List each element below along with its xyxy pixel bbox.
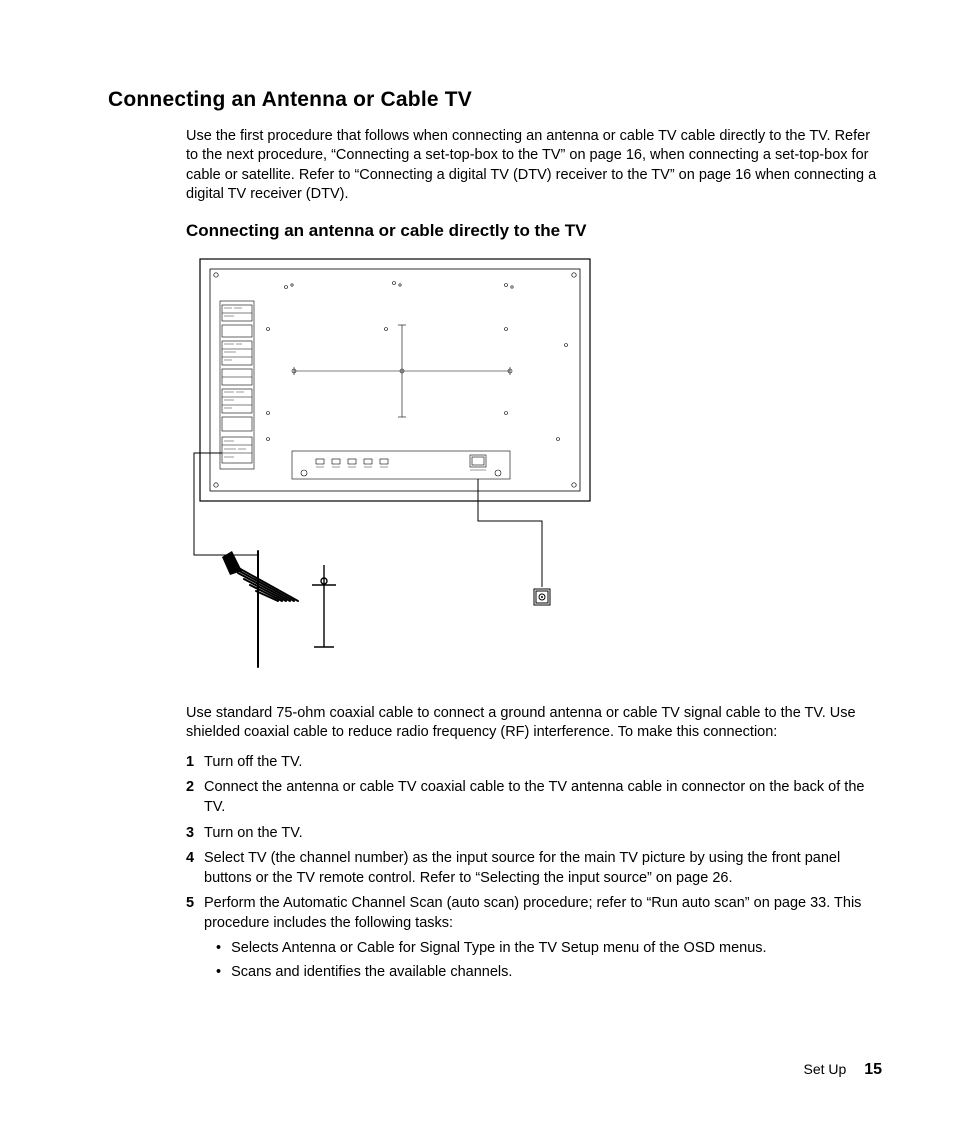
step-4: 4Select TV (the channel number) as the i… [186, 849, 882, 888]
page-footer: Set Up 15 [804, 1061, 883, 1079]
footer-section-label: Set Up [804, 1061, 847, 1077]
step-number: 3 [186, 824, 204, 844]
page-heading: Connecting an Antenna or Cable TV [108, 88, 882, 112]
bullet-2: Scans and identifies the available chann… [204, 963, 882, 983]
step-5-bullets: Selects Antenna or Cable for Signal Type… [204, 939, 882, 982]
step-text: Turn off the TV. [204, 753, 882, 773]
step-number: 4 [186, 849, 204, 888]
step-number: 1 [186, 753, 204, 773]
subheading: Connecting an antenna or cable directly … [186, 221, 882, 241]
step-5-text: Perform the Automatic Channel Scan (auto… [204, 895, 861, 931]
step-number: 5 [186, 894, 204, 986]
body-paragraph: Use standard 75-ohm coaxial cable to con… [186, 704, 882, 743]
steps-list: 1Turn off the TV. 2Connect the antenna o… [186, 753, 882, 987]
step-3: 3Turn on the TV. [186, 824, 882, 844]
bullet-1: Selects Antenna or Cable for Signal Type… [204, 939, 882, 959]
tv-back-diagram [186, 255, 882, 680]
step-text: Connect the antenna or cable TV coaxial … [204, 778, 882, 817]
step-2: 2Connect the antenna or cable TV coaxial… [186, 778, 882, 817]
step-5: 5 Perform the Automatic Channel Scan (au… [186, 894, 882, 986]
intro-paragraph: Use the first procedure that follows whe… [186, 127, 882, 205]
bullet-text: Selects Antenna or Cable for Signal Type… [231, 939, 766, 959]
step-1: 1Turn off the TV. [186, 753, 882, 773]
bullet-text: Scans and identifies the available chann… [231, 963, 512, 983]
step-text: Select TV (the channel number) as the in… [204, 849, 882, 888]
page-number: 15 [864, 1061, 882, 1078]
step-number: 2 [186, 778, 204, 817]
step-text: Perform the Automatic Channel Scan (auto… [204, 894, 882, 986]
step-text: Turn on the TV. [204, 824, 882, 844]
